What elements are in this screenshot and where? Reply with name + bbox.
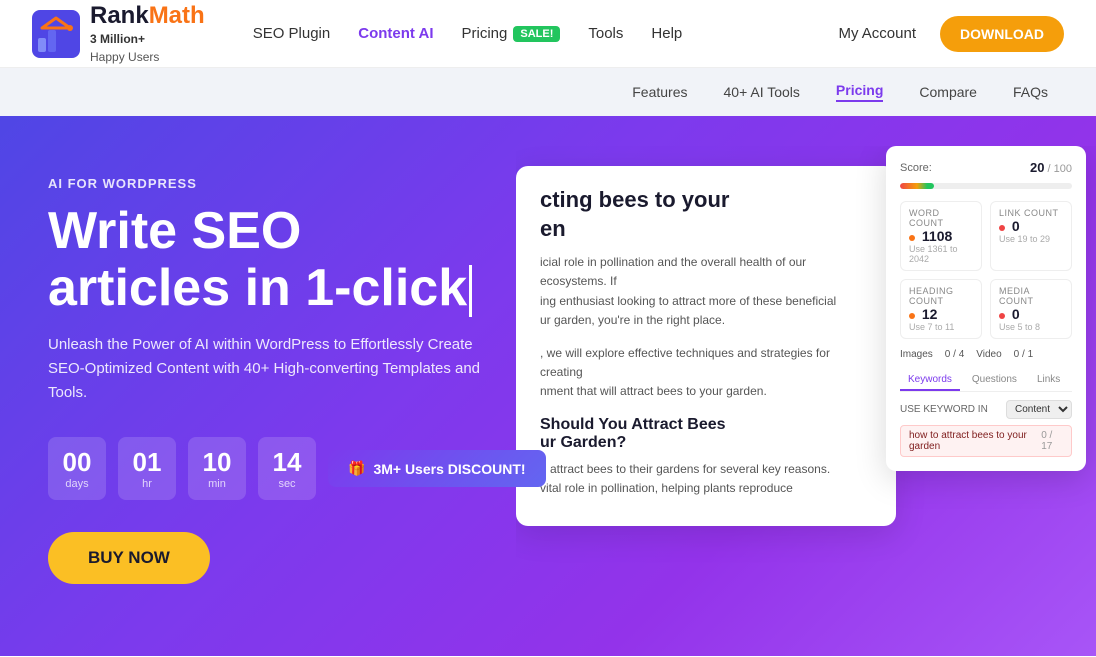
countdown-seconds: 14 sec [258,437,316,500]
use-keyword-row: USE KEYWORD IN Content [900,400,1072,419]
countdown-timer: 00 days 01 hr 10 min 14 sec 🎁 3M+ Users … [48,437,528,500]
seo-tab-questions[interactable]: Questions [964,370,1025,391]
seo-score-bar [900,183,1072,189]
countdown-minutes: 10 min [188,437,246,500]
article-preview-title: cting bees to your en [540,186,872,243]
article-preview-body3: d attract bees to their gardens for seve… [540,460,872,479]
article-preview-body2: , we will explore effective techniques a… [540,344,872,402]
logo-brand-name: RankMath [90,2,205,30]
seo-tab-links[interactable]: Links [1029,370,1068,391]
video-value: 0 / 1 [1014,349,1033,360]
subnav-faqs[interactable]: FAQs [1013,84,1048,100]
seo-tab-keywords[interactable]: Keywords [900,370,960,391]
nav-pricing-wrap[interactable]: Pricing SALE! [462,25,561,42]
stat-dot-media [999,313,1005,319]
nav-tools[interactable]: Tools [588,25,623,42]
buy-now-button[interactable]: BUY NOW [48,532,210,584]
stat-dot-heading [909,313,915,319]
nav-my-account[interactable]: My Account [838,25,916,42]
nav-help[interactable]: Help [651,25,682,42]
seo-stat-word-count: WORD COUNT 1108 Use 1361 to 2042 [900,201,982,271]
hero-title: Write SEO articles in 1-click [48,203,528,317]
cursor-bar [469,265,472,317]
rankmath-logo-icon [32,10,80,58]
seo-score-card: Score: 20 / 100 WORD COUNT 1108 Use 136 [886,146,1086,471]
nav-content-ai[interactable]: Content AI [358,25,433,42]
use-keyword-select[interactable]: Content [1006,400,1072,419]
nav-seo-plugin[interactable]: SEO Plugin [253,25,331,42]
seo-score-label: Score: [900,162,932,174]
hero-preview: cting bees to your en icial role in poll… [516,146,1096,656]
countdown-hours: 01 hr [118,437,176,500]
stat-dot-link [999,225,1005,231]
sub-navigation: Features 40+ AI Tools Pricing Compare FA… [0,68,1096,116]
article-preview-body1: icial role in pollination and the overal… [540,253,872,330]
stat-dot-word [909,235,915,241]
seo-stat-media-count: MEDIA COUNT 0 Use 5 to 8 [990,279,1072,339]
nav-links: SEO Plugin Content AI Pricing SALE! Tool… [253,25,839,42]
seo-score-value: 20 [1030,160,1044,175]
seo-stats-grid: WORD COUNT 1108 Use 1361 to 2042 LINK CO… [900,201,1072,339]
countdown-days: 00 days [48,437,106,500]
seo-score-max: / 100 [1048,163,1072,175]
top-navigation: RankMath 3 Million+ Happy Users SEO Plug… [0,0,1096,68]
article-preview-section-title: Should You Attract Bees ur Garden? [540,416,872,452]
download-button[interactable]: DOWNLOAD [940,16,1064,52]
images-value: 0 / 4 [945,349,964,360]
discount-button[interactable]: 🎁 3M+ Users DISCOUNT! [328,450,546,487]
subnav-pricing[interactable]: Pricing [836,82,883,102]
hero-badge: AI FOR WordPress [48,176,528,191]
nav-right: My Account DOWNLOAD [838,16,1064,52]
seo-stat-link-count: LINK COUNT 0 Use 19 to 29 [990,201,1072,271]
logo-users-count: 3 Million+ Happy Users [90,30,205,66]
subnav-ai-tools[interactable]: 40+ AI Tools [724,84,800,100]
sale-badge: SALE! [513,26,560,42]
seo-stat-heading-count: HEADING COUNT 12 Use 7 to 11 [900,279,982,339]
keyword-count: 0 / 17 [1041,430,1063,452]
logo[interactable]: RankMath 3 Million+ Happy Users [32,2,205,66]
video-label: Video [976,349,1001,360]
use-keyword-label: USE KEYWORD IN [900,404,988,415]
seo-score-bar-fill [900,183,934,189]
subnav-compare[interactable]: Compare [919,84,977,100]
keyword-text: how to attract bees to your garden [909,430,1041,452]
subnav-features[interactable]: Features [632,84,687,100]
hero-left: AI FOR WordPress Write SEO articles in 1… [48,176,528,584]
hero-section: AI FOR WordPress Write SEO articles in 1… [0,116,1096,656]
article-preview-card: cting bees to your en icial role in poll… [516,166,896,526]
images-label: Images [900,349,933,360]
nav-pricing[interactable]: Pricing [462,25,508,42]
hero-description: Unleash the Power of AI within WordPress… [48,333,488,405]
seo-tabs: Keywords Questions Links [900,370,1072,392]
article-preview-body4: vital role in pollination, helping plant… [540,479,872,498]
keyword-pill[interactable]: how to attract bees to your garden 0 / 1… [900,425,1072,457]
discount-icon: 🎁 [348,460,365,477]
